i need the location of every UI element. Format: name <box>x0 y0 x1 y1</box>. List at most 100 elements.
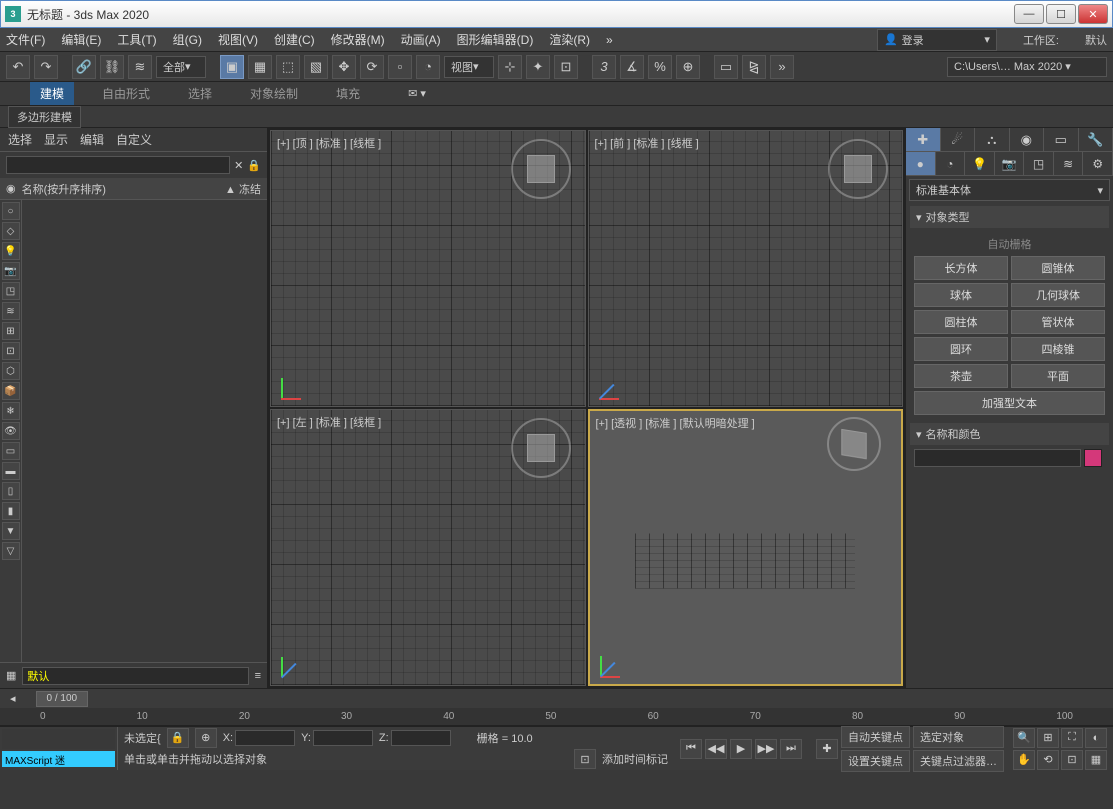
lock-selection-icon[interactable]: 🔒 <box>167 728 189 748</box>
filter-c-icon[interactable]: ▯ <box>2 482 20 500</box>
cp-sub-geometry[interactable]: ● <box>906 152 936 175</box>
object-name-input[interactable] <box>914 449 1081 467</box>
unlink-button[interactable]: ⛓ <box>100 55 124 79</box>
ribbon-extra-icon[interactable]: ✉ ▾ <box>408 87 426 100</box>
close-button[interactable]: ✕ <box>1078 4 1108 24</box>
filter-a-icon[interactable]: ▭ <box>2 442 20 460</box>
menu-modifiers[interactable]: 修改器(M) <box>331 31 385 48</box>
pivot-button[interactable]: ⊹ <box>498 55 522 79</box>
coord-z-input[interactable] <box>391 730 451 746</box>
btn-torus[interactable]: 圆环 <box>914 337 1008 361</box>
menu-file[interactable]: 文件(F) <box>6 31 45 48</box>
vp-label-left[interactable]: [+] [左 ] [标准 ] [线框 ] <box>277 414 381 430</box>
se-tab-display[interactable]: 显示 <box>44 131 68 148</box>
poly-modeling-button[interactable]: 多边形建模 <box>8 106 81 128</box>
nav-zoom-icon[interactable]: 🔍 <box>1013 728 1035 748</box>
btn-box[interactable]: 长方体 <box>914 256 1008 280</box>
percent-snap-button[interactable]: % <box>648 55 672 79</box>
lock-icon[interactable]: 🔒 <box>247 159 261 172</box>
btn-plane[interactable]: 平面 <box>1011 364 1105 388</box>
color-swatch[interactable] <box>1084 449 1102 467</box>
timetag-button[interactable]: 添加时间标记 <box>602 751 668 767</box>
window-crossing-button[interactable]: ▧ <box>304 55 328 79</box>
snap-button[interactable]: ⊡ <box>554 55 578 79</box>
placement-button[interactable]: ◔ <box>416 55 440 79</box>
refcoord-dropdown[interactable]: 视图 ▾ <box>444 56 494 78</box>
filter-space-icon[interactable]: ≋ <box>2 302 20 320</box>
btn-tube[interactable]: 管状体 <box>1011 310 1105 334</box>
btn-geosphere[interactable]: 几何球体 <box>1011 283 1105 307</box>
filter-light-icon[interactable]: 💡 <box>2 242 20 260</box>
cp-tab-motion[interactable]: ◉ <box>1010 128 1045 151</box>
menu-animation[interactable]: 动画(A) <box>401 31 441 48</box>
spinner-snap-button[interactable]: ⊕ <box>676 55 700 79</box>
cp-tab-display[interactable]: ▭ <box>1044 128 1079 151</box>
cp-sub-space[interactable]: ≋ <box>1054 152 1084 175</box>
filter-e-icon[interactable]: ▼ <box>2 522 20 540</box>
cp-tab-hierarchy[interactable]: ⛬ <box>975 128 1010 151</box>
coord-x-input[interactable] <box>235 730 295 746</box>
viewcube-persp[interactable] <box>827 417 881 471</box>
viewport-front[interactable]: [+] [前 ] [标准 ] [线框 ] <box>588 130 904 407</box>
timeline[interactable]: ◂ 0 / 100 <box>0 688 1113 708</box>
cp-sub-lights[interactable]: 💡 <box>965 152 995 175</box>
rollout-objtype-header[interactable]: 对象类型 <box>910 206 1109 228</box>
filter-d-icon[interactable]: ▮ <box>2 502 20 520</box>
more-icon[interactable]: » <box>770 55 794 79</box>
goto-end-button[interactable]: ⏭ <box>780 739 802 759</box>
filter-container-icon[interactable]: 📦 <box>2 382 20 400</box>
ribbon-tab-selection[interactable]: 选择 <box>178 82 222 105</box>
selected-button[interactable]: 选定对象 <box>913 726 1004 748</box>
manip-button[interactable]: ✦ <box>526 55 550 79</box>
link-button[interactable]: 🔗 <box>72 55 96 79</box>
coord-y-input[interactable] <box>313 730 373 746</box>
menu-render[interactable]: 渲染(R) <box>549 31 590 48</box>
col-name[interactable]: 名称(按升序排序) <box>22 181 225 197</box>
viewport-top[interactable]: [+] [顶 ] [标准 ] [线框 ] <box>270 130 586 407</box>
vp-label-top[interactable]: [+] [顶 ] [标准 ] [线框 ] <box>277 135 381 151</box>
cp-category-dropdown[interactable]: 标准基本体▾ <box>909 179 1110 201</box>
maximize-button[interactable]: ☐ <box>1046 4 1076 24</box>
menu-edit[interactable]: 编辑(E) <box>61 31 101 48</box>
menu-create[interactable]: 创建(C) <box>274 31 315 48</box>
viewport-perspective[interactable]: [+] [透视 ] [标准 ] [默认明暗处理 ] <box>588 409 904 686</box>
layer-menu-icon[interactable]: ≡ <box>255 670 261 682</box>
menu-graph[interactable]: 图形编辑器(D) <box>457 31 534 48</box>
viewcube-front[interactable] <box>828 139 888 199</box>
viewcube-left[interactable] <box>511 418 571 478</box>
ribbon-tab-populate[interactable]: 填充 <box>326 82 370 105</box>
minimize-button[interactable]: — <box>1014 4 1044 24</box>
filter-camera-icon[interactable]: 📷 <box>2 262 20 280</box>
btn-teapot[interactable]: 茶壶 <box>914 364 1008 388</box>
keyfilter-button[interactable]: 关键点过滤器… <box>913 750 1004 772</box>
vp-label-persp[interactable]: [+] [透视 ] [标准 ] [默认明暗处理 ] <box>596 415 755 431</box>
login-dropdown[interactable]: 👤 登录 ▾ <box>877 29 997 51</box>
timeline-start-icon[interactable]: ◂ <box>10 692 16 705</box>
btn-cylinder[interactable]: 圆柱体 <box>914 310 1008 334</box>
project-path[interactable]: C:\Users\… Max 2020 ▾ <box>947 57 1107 77</box>
rotate-button[interactable]: ⟳ <box>360 55 384 79</box>
filter-b-icon[interactable]: ▬ <box>2 462 20 480</box>
ribbon-tab-paint[interactable]: 对象绘制 <box>240 82 308 105</box>
se-column-header[interactable]: ◉ 名称(按升序排序) ▲ 冻结 <box>0 178 267 200</box>
scale-button[interactable]: ▫ <box>388 55 412 79</box>
maxscript-listener[interactable]: MAXScript 迷 <box>2 751 115 767</box>
btn-sphere[interactable]: 球体 <box>914 283 1008 307</box>
snaptoggle-button[interactable]: 3 <box>592 55 616 79</box>
play-button[interactable]: ▶ <box>730 739 752 759</box>
nav-orbit-icon[interactable]: ⟲ <box>1037 750 1059 770</box>
nav-pan-icon[interactable]: ✋ <box>1013 750 1035 770</box>
se-search-input[interactable] <box>6 156 230 174</box>
cp-sub-shapes[interactable]: ◔ <box>936 152 966 175</box>
abs-rel-icon[interactable]: ⊕ <box>195 728 217 748</box>
nav-fov-icon[interactable]: ◐ <box>1085 728 1107 748</box>
selection-filter[interactable]: 全部 ▾ <box>156 56 206 78</box>
bind-button[interactable]: ≋ <box>128 55 152 79</box>
select-button[interactable]: ▣ <box>220 55 244 79</box>
menu-tools[interactable]: 工具(T) <box>117 31 156 48</box>
rect-select-button[interactable]: ⬚ <box>276 55 300 79</box>
mirror-button[interactable]: ⧎ <box>742 55 766 79</box>
filter-xref-icon[interactable]: ⊡ <box>2 342 20 360</box>
menu-more-icon[interactable]: » <box>606 33 613 47</box>
filter-bone-icon[interactable]: ⬡ <box>2 362 20 380</box>
